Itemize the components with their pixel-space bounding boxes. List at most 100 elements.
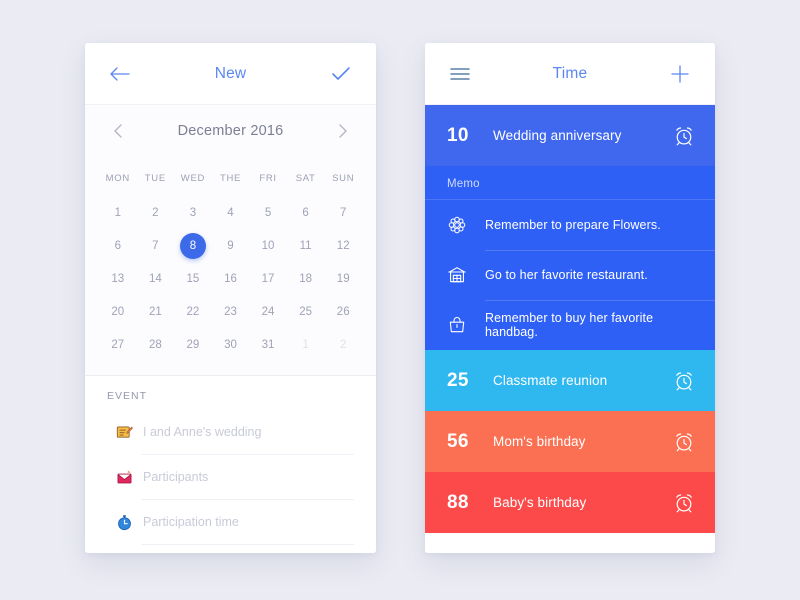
event-field-row <box>107 410 354 455</box>
memo-header: Memo <box>447 178 480 190</box>
calendar-day-selected[interactable]: 8 <box>174 229 212 262</box>
weekday-the: THE <box>219 173 242 184</box>
event-day-number: 25 <box>447 369 469 391</box>
calendar-week-row: 20 21 22 23 24 25 26 <box>99 295 362 328</box>
calendar-day-number: 23 <box>224 305 237 318</box>
memo-pencil-icon <box>107 424 141 441</box>
memo-item-text: Go to her favorite restaurant. <box>485 268 648 282</box>
calendar-day[interactable]: 26 <box>324 295 362 328</box>
calendar-day[interactable]: 4 <box>212 196 250 229</box>
calendar-day-number: 2 <box>152 206 159 219</box>
add-button[interactable]: + Add <box>85 545 376 553</box>
calendar-day-number: 14 <box>148 272 162 285</box>
event-field-row <box>107 455 354 500</box>
calendar-day[interactable]: 7 <box>324 196 362 229</box>
calendar-day-number: 30 <box>224 338 237 351</box>
memo-items: Remember to prepare Flowers. Go to her fa… <box>425 200 715 350</box>
calendar-day[interactable]: 21 <box>137 295 175 328</box>
stopwatch-input[interactable] <box>141 500 354 545</box>
calendar-day[interactable]: 27 <box>99 328 137 361</box>
calendar-day[interactable]: 18 <box>287 262 325 295</box>
calendar-day[interactable]: 24 <box>249 295 287 328</box>
memo-pencil-input[interactable] <box>141 410 354 455</box>
calendar-day[interactable]: 1 <box>99 196 137 229</box>
event-row[interactable]: 88 Baby's birthday <box>425 472 715 533</box>
chevron-right-icon[interactable] <box>332 120 354 142</box>
calendar-day[interactable]: 6 <box>99 229 137 262</box>
calendar-day[interactable]: 7 <box>137 229 175 262</box>
calendar-day[interactable]: 20 <box>99 295 137 328</box>
weekday-sat: SAT <box>295 173 316 184</box>
calendar-day[interactable]: 29 <box>174 328 212 361</box>
chevron-left-icon[interactable] <box>107 120 129 142</box>
calendar-day[interactable]: 2 <box>137 196 175 229</box>
event-day-number: 56 <box>447 430 469 452</box>
calendar-day-number: 7 <box>152 239 159 252</box>
calendar-day-number: 5 <box>264 206 272 219</box>
calendar-day[interactable]: 13 <box>99 262 137 295</box>
calendar-day-number: 22 <box>186 305 200 318</box>
calendar-day-number: 10 <box>261 239 275 252</box>
calendar-day-number: 12 <box>336 239 350 252</box>
memo-item[interactable]: Remember to prepare Flowers. <box>425 200 715 250</box>
calendar-day[interactable]: 14 <box>137 262 175 295</box>
alarm-clock-icon[interactable] <box>671 492 697 514</box>
calendar-day-number: 25 <box>299 305 313 318</box>
calendar-day[interactable]: 16 <box>212 262 250 295</box>
check-icon[interactable] <box>326 59 356 89</box>
calendar-day-number: 29 <box>186 338 200 351</box>
calendar-day[interactable]: 19 <box>324 262 362 295</box>
calendar-day[interactable]: 11 <box>287 229 325 262</box>
memo-item[interactable]: Go to her favorite restaurant. <box>425 250 715 300</box>
weekday-tue: TUE <box>144 173 166 184</box>
memo-item[interactable]: Remember to buy her favorite handbag. <box>425 300 715 350</box>
calendar-day-number: 1 <box>114 206 121 219</box>
calendar-day-number: 28 <box>148 338 162 351</box>
calendar-day[interactable]: 31 <box>249 328 287 361</box>
event-label: Wedding anniversary <box>493 128 622 143</box>
calendar-day[interactable]: 25 <box>287 295 325 328</box>
calendar-day-number: 6 <box>302 206 309 219</box>
calendar-day-number: 17 <box>261 272 275 285</box>
calendar-day-number: 20 <box>111 305 125 318</box>
add-plus-icon[interactable] <box>665 59 695 89</box>
weekday-wed: WED <box>180 173 206 184</box>
calendar-day[interactable]: 30 <box>212 328 250 361</box>
alarm-clock-icon[interactable] <box>671 125 697 147</box>
calendar-day[interactable]: 6 <box>287 196 325 229</box>
event-row[interactable]: 25 Classmate reunion <box>425 350 715 411</box>
page-title: New <box>214 64 247 82</box>
alarm-clock-icon[interactable] <box>671 370 697 392</box>
calendar-day[interactable]: 2 <box>324 328 362 361</box>
calendar-day[interactable]: 15 <box>174 262 212 295</box>
calendar-day[interactable]: 12 <box>324 229 362 262</box>
event-label: Baby's birthday <box>493 495 587 510</box>
calendar-day[interactable]: 17 <box>249 262 287 295</box>
featured-event-row-content[interactable]: 10 Wedding anniversary <box>425 105 715 166</box>
calendar-week-row: 27 28 29 30 31 1 2 <box>99 328 362 361</box>
right-topbar: Time <box>425 43 715 105</box>
featured-event-row[interactable]: 10 Wedding anniversary <box>425 105 715 166</box>
calendar-day[interactable]: 1 <box>287 328 325 361</box>
calendar-day[interactable]: 5 <box>249 196 287 229</box>
calendar-day[interactable]: 10 <box>249 229 287 262</box>
calendar-day[interactable]: 23 <box>212 295 250 328</box>
calendar-day-number: 26 <box>336 305 350 318</box>
event-row[interactable]: 56 Mom's birthday <box>425 411 715 472</box>
weekday-fri: FRI <box>259 173 277 184</box>
calendar-day-number: 16 <box>224 272 237 285</box>
calendar-day[interactable]: 9 <box>212 229 250 262</box>
envelope-input[interactable] <box>141 455 354 500</box>
calendar-day[interactable]: 22 <box>174 295 212 328</box>
back-arrow-icon[interactable] <box>105 59 135 89</box>
calendar-day-number: 13 <box>111 272 125 285</box>
alarm-clock-icon[interactable] <box>671 431 697 453</box>
memo-item-text: Remember to buy her favorite handbag. <box>485 311 654 339</box>
calendar-weeks: 1 2 3 4 5 6 7 6 7 8 9 10 11 12 13 14 15 16 17 18 19 20 21 22 23 2… <box>99 196 362 361</box>
calendar-day[interactable]: 3 <box>174 196 212 229</box>
hamburger-menu-icon[interactable] <box>445 59 475 89</box>
time-list-card: Time 10 Wedding anniversary Memo Remember… <box>425 43 715 553</box>
event-section: EVENT <box>85 376 376 545</box>
event-fields <box>107 410 354 545</box>
calendar-day[interactable]: 28 <box>137 328 175 361</box>
